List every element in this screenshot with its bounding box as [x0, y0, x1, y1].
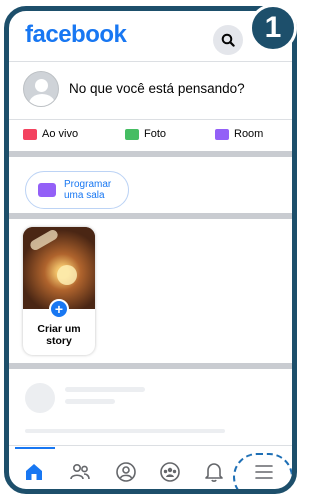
nav-profile[interactable] — [113, 459, 139, 485]
phone-screen: facebook No que você está pensando? Ao v… — [4, 6, 297, 494]
photo-icon — [125, 128, 139, 140]
step-number-badge: 1 — [249, 4, 297, 52]
loading-line-placeholder — [25, 429, 225, 433]
profile-icon — [116, 462, 136, 482]
schedule-room-label: Programar uma sala — [64, 179, 111, 201]
nav-home[interactable] — [21, 459, 47, 485]
create-story-line2: story — [46, 335, 72, 347]
composer-placeholder[interactable]: No que você está pensando? — [69, 81, 245, 96]
divider — [9, 445, 292, 446]
create-story-card[interactable]: + Criar um story — [23, 227, 95, 355]
add-story-icon[interactable]: + — [49, 299, 69, 319]
photo-label: Foto — [144, 128, 167, 140]
schedule-room-line1: Programar — [64, 179, 112, 190]
divider — [9, 119, 292, 120]
post-composer[interactable]: No que você está pensando? — [9, 65, 292, 115]
home-icon — [26, 464, 42, 480]
live-video-label: Ao vivo — [42, 128, 79, 140]
active-tab-indicator — [15, 447, 55, 449]
room-icon — [215, 128, 229, 140]
groups-icon — [160, 462, 180, 482]
avatar[interactable] — [23, 71, 59, 107]
loading-line-placeholder — [65, 387, 145, 392]
nav-groups[interactable] — [157, 459, 183, 485]
search-icon — [221, 33, 235, 47]
friends-icon — [70, 463, 90, 480]
loading-line-placeholder — [65, 399, 115, 404]
schedule-room-line2: uma sala — [64, 190, 105, 201]
section-divider — [9, 213, 292, 219]
schedule-room-button[interactable]: Programar uma sala — [25, 171, 129, 209]
photo-button[interactable]: Foto — [125, 128, 166, 140]
section-divider — [9, 151, 292, 157]
menu-highlight-circle — [233, 453, 292, 489]
room-button[interactable]: Room — [215, 128, 263, 140]
facebook-logo: facebook — [25, 21, 127, 48]
section-divider — [9, 363, 292, 369]
nav-friends[interactable] — [67, 459, 93, 485]
create-story-label: Criar um story — [23, 323, 95, 347]
room-label: Room — [234, 128, 264, 140]
live-video-icon — [23, 128, 37, 140]
notifications-icon — [205, 463, 223, 482]
search-button[interactable] — [213, 25, 243, 55]
composer-actions: Ao vivo Foto Room — [9, 124, 292, 150]
video-camera-icon — [38, 183, 56, 197]
create-story-line1: Criar um — [37, 323, 81, 335]
divider — [9, 61, 292, 62]
loading-avatar-placeholder — [25, 383, 55, 413]
story-photo — [23, 227, 95, 309]
live-video-button[interactable]: Ao vivo — [23, 128, 78, 140]
nav-notifications[interactable] — [201, 459, 227, 485]
